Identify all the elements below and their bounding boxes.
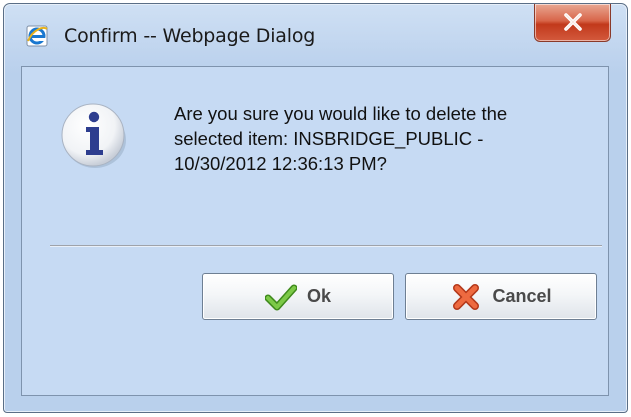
close-button[interactable] — [534, 4, 611, 42]
close-icon — [564, 13, 582, 31]
message-line: 10/30/2012 12:36:13 PM? — [174, 153, 387, 174]
ok-button-label: Ok — [306, 286, 331, 306]
dialog-body: Are you sure you would like to delete th… — [21, 66, 609, 396]
cancel-button[interactable]: Cancel — [405, 273, 597, 320]
ie-icon — [24, 23, 50, 49]
message-line: Are you sure you would like to delete th… — [174, 103, 508, 124]
window-title: Confirm -- Webpage Dialog — [64, 25, 316, 47]
message-line: selected item: INSBRIDGE_PUBLIC - — [174, 128, 484, 149]
x-icon — [450, 283, 482, 311]
ok-button[interactable]: Ok — [202, 273, 394, 320]
checkmark-icon — [264, 283, 298, 311]
info-icon — [59, 100, 129, 170]
confirmation-message: Are you sure you would like to delete th… — [174, 101, 594, 176]
dialog-window: Confirm -- Webpage Dialog Are you sure y… — [3, 3, 628, 413]
divider — [50, 245, 602, 247]
cancel-button-label: Cancel — [492, 286, 552, 306]
